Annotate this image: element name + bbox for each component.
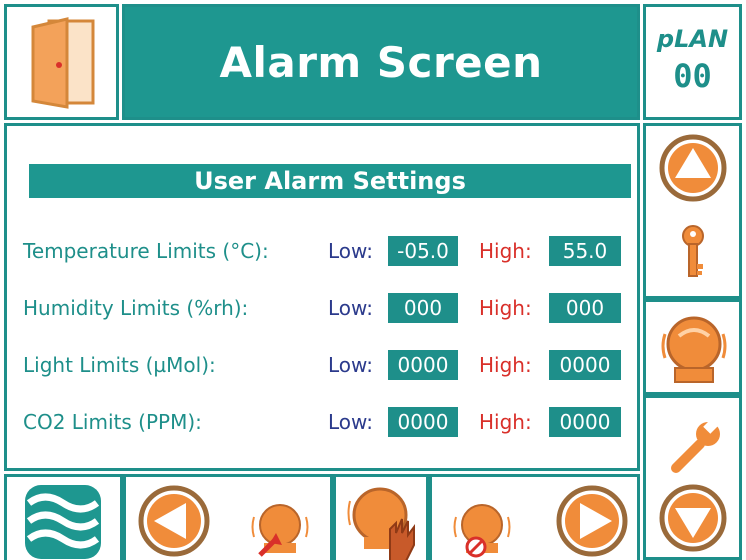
up-key-panel [643, 123, 742, 299]
humidity-row: Humidity Limits (%rh): Low: 000 High: 00… [23, 293, 623, 325]
section-title: User Alarm Settings [29, 164, 631, 198]
row-label: CO2 Limits (PPM): [23, 410, 202, 434]
left-arrow-icon[interactable] [138, 485, 210, 557]
co2-row: CO2 Limits (PPM): Low: 0000 High: 0000 [23, 407, 623, 439]
down-arrow-icon[interactable] [659, 484, 727, 552]
right-arrow-icon[interactable] [556, 485, 628, 557]
temperature-row: Temperature Limits (°C): Low: -05.0 High… [23, 236, 623, 268]
wrench-icon[interactable] [666, 416, 726, 476]
waves-logo-icon [25, 485, 101, 559]
light-high-field[interactable]: 0000 [549, 350, 621, 380]
high-label: High: [479, 296, 532, 320]
temperature-low-field[interactable]: -05.0 [388, 236, 458, 266]
light-row: Light Limits (µMol): Low: 0000 High: 000… [23, 350, 623, 382]
alarm-reset-icon[interactable] [250, 497, 310, 559]
low-label: Low: [328, 239, 374, 263]
row-label: Humidity Limits (%rh): [23, 296, 249, 320]
plan-indicator: pLAN 00 [643, 4, 742, 120]
title-bar: Alarm Screen [122, 4, 640, 120]
high-label: High: [479, 239, 532, 263]
alarm-settings-panel: User Alarm Settings Temperature Limits (… [4, 123, 640, 471]
next-nav-panel [429, 474, 640, 560]
page-title: Alarm Screen [219, 37, 543, 87]
low-label: Low: [328, 410, 374, 434]
plan-label: pLAN [656, 25, 729, 53]
temperature-high-field[interactable]: 55.0 [549, 236, 621, 266]
door-icon [27, 17, 97, 109]
co2-high-field[interactable]: 0000 [549, 407, 621, 437]
alarm-panel[interactable] [643, 299, 742, 395]
alarm-silence-panel[interactable] [333, 474, 429, 560]
row-label: Light Limits (µMol): [23, 353, 216, 377]
row-label: Temperature Limits (°C): [23, 239, 269, 263]
humidity-low-field[interactable]: 000 [388, 293, 458, 323]
previous-nav-panel [123, 474, 333, 560]
high-label: High: [479, 353, 532, 377]
up-arrow-icon[interactable] [659, 134, 727, 202]
humidity-high-field[interactable]: 000 [549, 293, 621, 323]
low-label: Low: [328, 296, 374, 320]
alarm-bell-icon[interactable] [659, 310, 729, 386]
plan-number: 00 [673, 57, 712, 95]
high-label: High: [479, 410, 532, 434]
alarm-mute-icon[interactable] [452, 497, 512, 559]
exit-door-button[interactable] [4, 4, 119, 120]
logo-panel [4, 474, 123, 560]
co2-low-field[interactable]: 0000 [388, 407, 458, 437]
alarm-silence-hand-icon[interactable] [346, 483, 422, 560]
down-key-panel [643, 395, 742, 560]
light-low-field[interactable]: 0000 [388, 350, 458, 380]
low-label: Low: [328, 353, 374, 377]
key-icon[interactable] [678, 224, 708, 282]
